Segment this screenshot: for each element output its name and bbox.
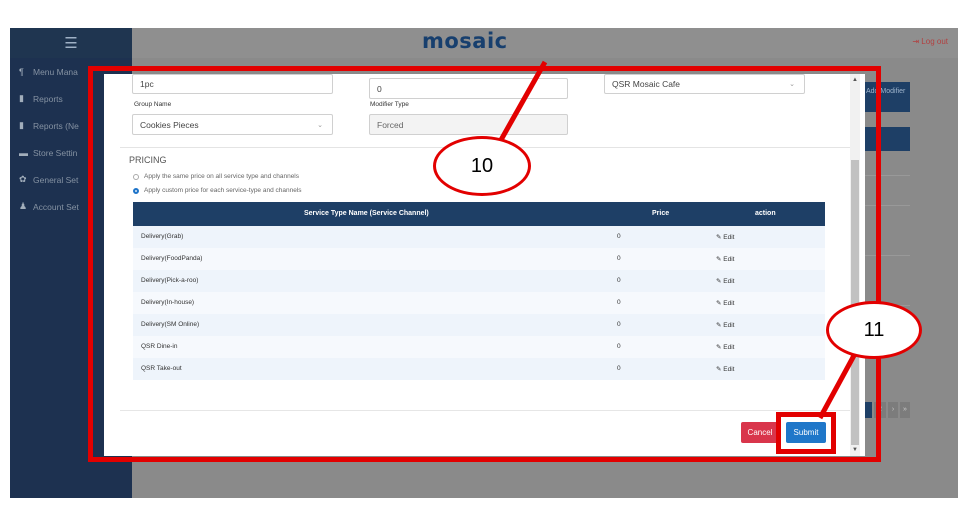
price-value: 0 bbox=[617, 233, 621, 240]
sidebar-item-label: Reports bbox=[33, 93, 63, 104]
edit-link[interactable]: ✎ Edit bbox=[716, 233, 734, 241]
edit-link[interactable]: ✎ Edit bbox=[716, 299, 734, 307]
edit-link[interactable]: ✎ Edit bbox=[716, 255, 734, 263]
table-row: Delivery(SM Online) 0 ✎ Edit bbox=[133, 314, 825, 336]
page-next: › bbox=[888, 402, 898, 418]
scroll-up-arrow-icon[interactable]: ▲ bbox=[851, 76, 859, 84]
page-2: 2 bbox=[874, 402, 886, 418]
price-value: 0 bbox=[617, 321, 621, 328]
table-row: Delivery(FoodPanda) 0 ✎ Edit bbox=[133, 248, 825, 270]
edit-label: Edit bbox=[723, 366, 735, 373]
modifier-type-field: Forced bbox=[369, 114, 568, 135]
table-row: QSR Dine-in 0 ✎ Edit bbox=[133, 336, 825, 358]
edit-label: Edit bbox=[723, 234, 735, 241]
top-bar: ☰ mosaic ⇥ Log out bbox=[10, 28, 958, 58]
store-select[interactable]: QSR Mosaic Cafe ⌄ bbox=[604, 74, 805, 94]
table-row: QSR Take-out 0 ✎ Edit bbox=[133, 358, 825, 380]
store-icon: ▬ bbox=[19, 147, 28, 158]
gear-icon: ✿ bbox=[19, 174, 27, 184]
store-value: QSR Mosaic Cafe bbox=[612, 79, 681, 89]
header-action: action bbox=[755, 210, 776, 217]
edit-link[interactable]: ✎ Edit bbox=[716, 321, 734, 329]
service-type-name: Delivery(Grab) bbox=[141, 233, 184, 240]
edit-label: Edit bbox=[723, 322, 735, 329]
price-table-header: Service Type Name (Service Channel) Pric… bbox=[133, 202, 825, 226]
group-name-value: Cookies Pieces bbox=[140, 119, 199, 130]
callout-11: 11 bbox=[826, 301, 922, 359]
radio-same-price-label: Apply the same price on all service type… bbox=[144, 173, 300, 180]
quantity-value: 0 bbox=[377, 83, 382, 94]
user-icon: ♟ bbox=[19, 201, 28, 211]
submit-button[interactable]: Submit bbox=[786, 422, 826, 443]
edit-link[interactable]: ✎ Edit bbox=[716, 365, 734, 373]
service-type-name: Delivery(Pick-a-roo) bbox=[141, 277, 199, 284]
price-value: 0 bbox=[617, 343, 621, 350]
edit-link[interactable]: ✎ Edit bbox=[716, 343, 734, 351]
price-value: 0 bbox=[617, 255, 621, 262]
callout-10: 10 bbox=[433, 136, 531, 196]
price-value: 0 bbox=[617, 277, 621, 284]
table-row: Delivery(In-house) 0 ✎ Edit bbox=[133, 292, 825, 314]
group-name-select[interactable]: Cookies Pieces ⌄ bbox=[132, 114, 333, 135]
chevron-down-icon: ⌄ bbox=[317, 121, 323, 129]
footer-divider bbox=[120, 410, 850, 411]
utensils-icon: ¶ bbox=[19, 66, 24, 77]
scroll-down-arrow-icon[interactable]: ▼ bbox=[851, 446, 859, 454]
service-type-name: Delivery(FoodPanda) bbox=[141, 255, 203, 262]
radio-custom-price-label: Apply custom price for each service-type… bbox=[144, 187, 302, 194]
service-type-name: Delivery(SM Online) bbox=[141, 321, 200, 328]
edit-label: Edit bbox=[723, 256, 735, 263]
pricing-title: PRICING bbox=[129, 155, 167, 165]
name-field[interactable]: 1pc bbox=[132, 74, 333, 94]
group-name-label: Group Name bbox=[134, 101, 172, 108]
price-table: Service Type Name (Service Channel) Pric… bbox=[133, 202, 825, 380]
sidebar-item-label: General Set bbox=[33, 174, 79, 185]
table-row: Delivery(Pick-a-roo) 0 ✎ Edit bbox=[133, 270, 825, 292]
radio-button-checked[interactable] bbox=[133, 187, 139, 194]
page-last: » bbox=[900, 402, 910, 418]
header-service-type: Service Type Name (Service Channel) bbox=[304, 210, 429, 217]
modifier-type-value: Forced bbox=[377, 119, 404, 130]
sidebar-item-label: Account Set bbox=[33, 201, 79, 212]
edit-label: Edit bbox=[723, 278, 735, 285]
hamburger-menu-icon[interactable]: ☰ bbox=[10, 28, 132, 58]
price-value: 0 bbox=[617, 365, 621, 372]
header-price: Price bbox=[652, 210, 670, 217]
pagination: 2 › » bbox=[861, 402, 910, 418]
sidebar-item-label: Store Settin bbox=[33, 147, 78, 158]
logout-label: Log out bbox=[921, 37, 948, 46]
edit-label: Edit bbox=[723, 300, 735, 307]
logout-icon: ⇥ bbox=[912, 37, 922, 46]
report-icon: ▮ bbox=[19, 120, 24, 130]
edit-label: Edit bbox=[723, 344, 735, 351]
sidebar-item-label: Menu Mana bbox=[33, 66, 78, 77]
chevron-down-icon: ⌄ bbox=[789, 81, 795, 88]
logout-link[interactable]: ⇥ Log out bbox=[912, 37, 948, 46]
price-table-body: Delivery(Grab) 0 ✎ Edit Delivery(FoodPanda)… bbox=[133, 226, 825, 380]
quantity-field[interactable]: 0 bbox=[369, 78, 568, 99]
cancel-button[interactable]: Cancel bbox=[741, 422, 779, 443]
radio-same-price[interactable]: Apply the same price on all service type… bbox=[133, 173, 299, 180]
name-value: 1pc bbox=[140, 79, 154, 89]
modifier-type-label: Modifier Type bbox=[370, 101, 409, 108]
report-icon: ▮ bbox=[19, 93, 24, 103]
sidebar-item-label: Reports (Ne bbox=[33, 120, 79, 131]
radio-button-unchecked[interactable] bbox=[133, 173, 139, 180]
service-type-name: QSR Take-out bbox=[141, 365, 182, 372]
service-type-name: Delivery(In-house) bbox=[141, 299, 195, 306]
table-row: Delivery(Grab) 0 ✎ Edit bbox=[133, 226, 825, 248]
edit-link[interactable]: ✎ Edit bbox=[716, 277, 734, 285]
price-value: 0 bbox=[617, 299, 621, 306]
radio-custom-price[interactable]: Apply custom price for each service-type… bbox=[133, 187, 302, 194]
service-type-name: QSR Dine-in bbox=[141, 343, 178, 350]
app-logo: mosaic bbox=[422, 29, 508, 53]
